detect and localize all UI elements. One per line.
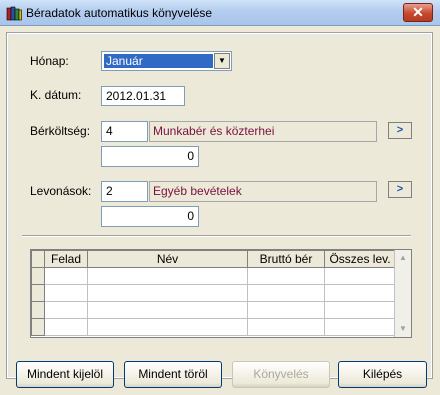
date-input[interactable]: 2012.01.31: [101, 86, 185, 106]
employee-grid[interactable]: Felad Név Bruttó bér Összes lev. ▲ ▼: [30, 249, 412, 338]
window-title: Béradatok automatikus könyvelése: [26, 6, 213, 20]
table-row[interactable]: [31, 318, 396, 336]
books-icon: [6, 6, 22, 21]
table-cell[interactable]: [87, 284, 248, 302]
column-header[interactable]: Bruttó bér: [247, 250, 325, 268]
table-row[interactable]: [31, 284, 396, 302]
scroll-up-icon[interactable]: ▲: [395, 250, 411, 266]
chevron-right-icon: >: [396, 124, 404, 136]
table-cell[interactable]: [87, 318, 248, 336]
table-cell[interactable]: [44, 267, 88, 285]
close-button[interactable]: ✕: [403, 3, 433, 22]
clear-all-button[interactable]: Mindent töröl: [124, 361, 222, 388]
salary-lookup-button[interactable]: >: [388, 122, 412, 139]
table-row[interactable]: [31, 267, 396, 285]
chevron-right-icon: >: [396, 183, 404, 195]
salary-amount-field[interactable]: 0: [101, 146, 199, 167]
deductions-amount-field[interactable]: 0: [101, 206, 199, 227]
table-row[interactable]: [31, 301, 396, 319]
salary-account-name: Munkabér és közterhei: [149, 121, 377, 142]
row-indicator[interactable]: [31, 284, 45, 302]
table-cell[interactable]: [44, 318, 88, 336]
column-header[interactable]: Felad: [44, 250, 88, 268]
close-icon: ✕: [412, 4, 424, 20]
chevron-down-icon[interactable]: ▼: [214, 53, 230, 69]
table-cell[interactable]: [87, 267, 248, 285]
post-button[interactable]: Könyvelés: [232, 361, 330, 388]
column-header[interactable]: Név: [87, 250, 248, 268]
month-select[interactable]: Január ▼: [101, 51, 232, 71]
row-indicator[interactable]: [31, 267, 45, 285]
scroll-down-icon[interactable]: ▼: [395, 321, 411, 337]
table-cell[interactable]: [324, 318, 396, 336]
table-cell[interactable]: [247, 267, 325, 285]
table-cell[interactable]: [87, 301, 248, 319]
table-cell[interactable]: [247, 301, 325, 319]
salary-label: Bérköltség:: [30, 124, 91, 138]
column-header[interactable]: Összes lev.: [324, 250, 396, 268]
window-body: [0, 26, 440, 395]
title-bar: Béradatok automatikus könyvelése ✕: [0, 0, 440, 26]
exit-button[interactable]: Kilépés: [338, 361, 427, 388]
grid-scrollbar[interactable]: ▲ ▼: [394, 250, 411, 337]
date-label: K. dátum:: [30, 88, 82, 102]
select-all-button[interactable]: Mindent kijelöl: [16, 361, 114, 388]
deductions-label: Levonások:: [30, 184, 92, 198]
divider: [22, 235, 411, 237]
month-label: Hónap:: [30, 54, 69, 68]
table-cell[interactable]: [324, 284, 396, 302]
table-cell[interactable]: [44, 301, 88, 319]
table-cell[interactable]: [324, 301, 396, 319]
deductions-code-input[interactable]: 2: [101, 181, 148, 202]
deductions-lookup-button[interactable]: >: [388, 181, 412, 198]
table-cell[interactable]: [324, 267, 396, 285]
table-cell[interactable]: [247, 284, 325, 302]
month-selected-value: Január: [104, 54, 213, 68]
table-cell[interactable]: [247, 318, 325, 336]
salary-code-input[interactable]: 4: [101, 121, 148, 142]
row-indicator[interactable]: [31, 301, 45, 319]
deductions-account-name: Egyéb bevételek: [149, 181, 377, 202]
table-cell[interactable]: [44, 284, 88, 302]
row-indicator[interactable]: [31, 318, 45, 336]
